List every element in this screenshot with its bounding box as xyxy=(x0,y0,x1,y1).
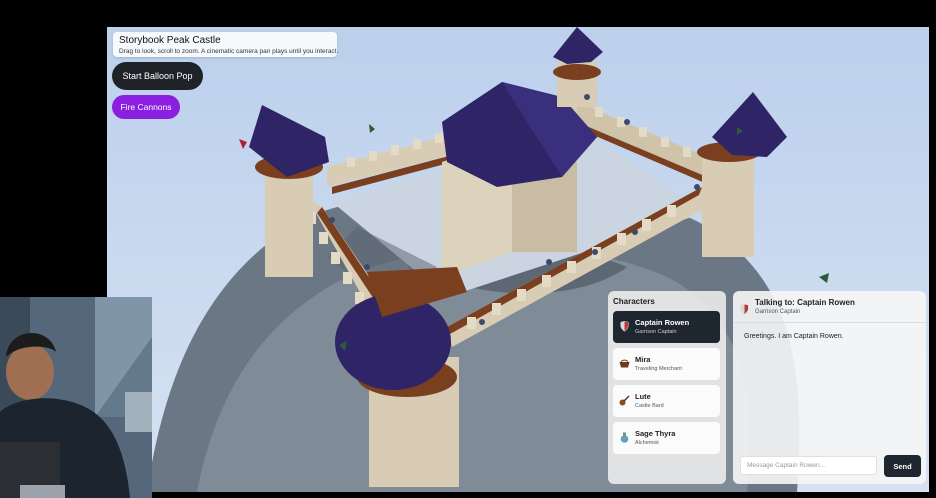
scene-subtitle: Drag to look, scroll to zoom. A cinemati… xyxy=(119,48,339,55)
character-name: Lute xyxy=(635,392,651,401)
character-item-captain-rowen[interactable]: Captain Rowen Garrison Captain xyxy=(613,311,720,343)
game-viewport[interactable]: Storybook Peak Castle Drag to look, scro… xyxy=(107,27,929,492)
presenter-webcam xyxy=(0,297,152,498)
scene-info-box: Storybook Peak Castle Drag to look, scro… xyxy=(113,32,339,57)
characters-panel: Characters Captain Rowen Garrison Captai… xyxy=(608,291,726,484)
character-name: Captain Rowen xyxy=(635,318,690,327)
potion-icon xyxy=(619,431,630,443)
characters-heading: Characters xyxy=(613,297,655,306)
chat-divider xyxy=(733,322,926,323)
character-item-lute[interactable]: Lute Castle Bard xyxy=(613,385,720,417)
basket-icon xyxy=(619,357,630,369)
character-role: Castle Bard xyxy=(635,403,664,409)
chat-subtitle: Garrison Captain xyxy=(755,309,801,315)
shield-icon xyxy=(740,302,749,315)
lute-icon xyxy=(619,394,630,406)
chat-title: Talking to: Captain Rowen xyxy=(755,298,855,307)
scene-title: Storybook Peak Castle xyxy=(119,35,221,46)
character-role: Alchemist xyxy=(635,440,659,446)
chat-message: Greetings. I am Captain Rowen. xyxy=(744,333,844,340)
chat-message-input[interactable] xyxy=(740,456,877,475)
presenter-video xyxy=(0,297,152,498)
start-balloon-pop-button[interactable]: Start Balloon Pop xyxy=(112,62,203,90)
character-item-mira[interactable]: Mira Traveling Merchant xyxy=(613,348,720,380)
shield-icon xyxy=(619,320,630,332)
send-button[interactable]: Send xyxy=(884,455,921,477)
chat-panel: Talking to: Captain Rowen Garrison Capta… xyxy=(733,291,926,484)
character-name: Sage Thyra xyxy=(635,429,676,438)
character-item-sage-thyra[interactable]: Sage Thyra Alchemist xyxy=(613,422,720,454)
character-name: Mira xyxy=(635,355,651,364)
character-role: Traveling Merchant xyxy=(635,366,682,372)
fire-cannons-button[interactable]: Fire Cannons xyxy=(112,95,180,119)
character-role: Garrison Captain xyxy=(635,329,677,335)
